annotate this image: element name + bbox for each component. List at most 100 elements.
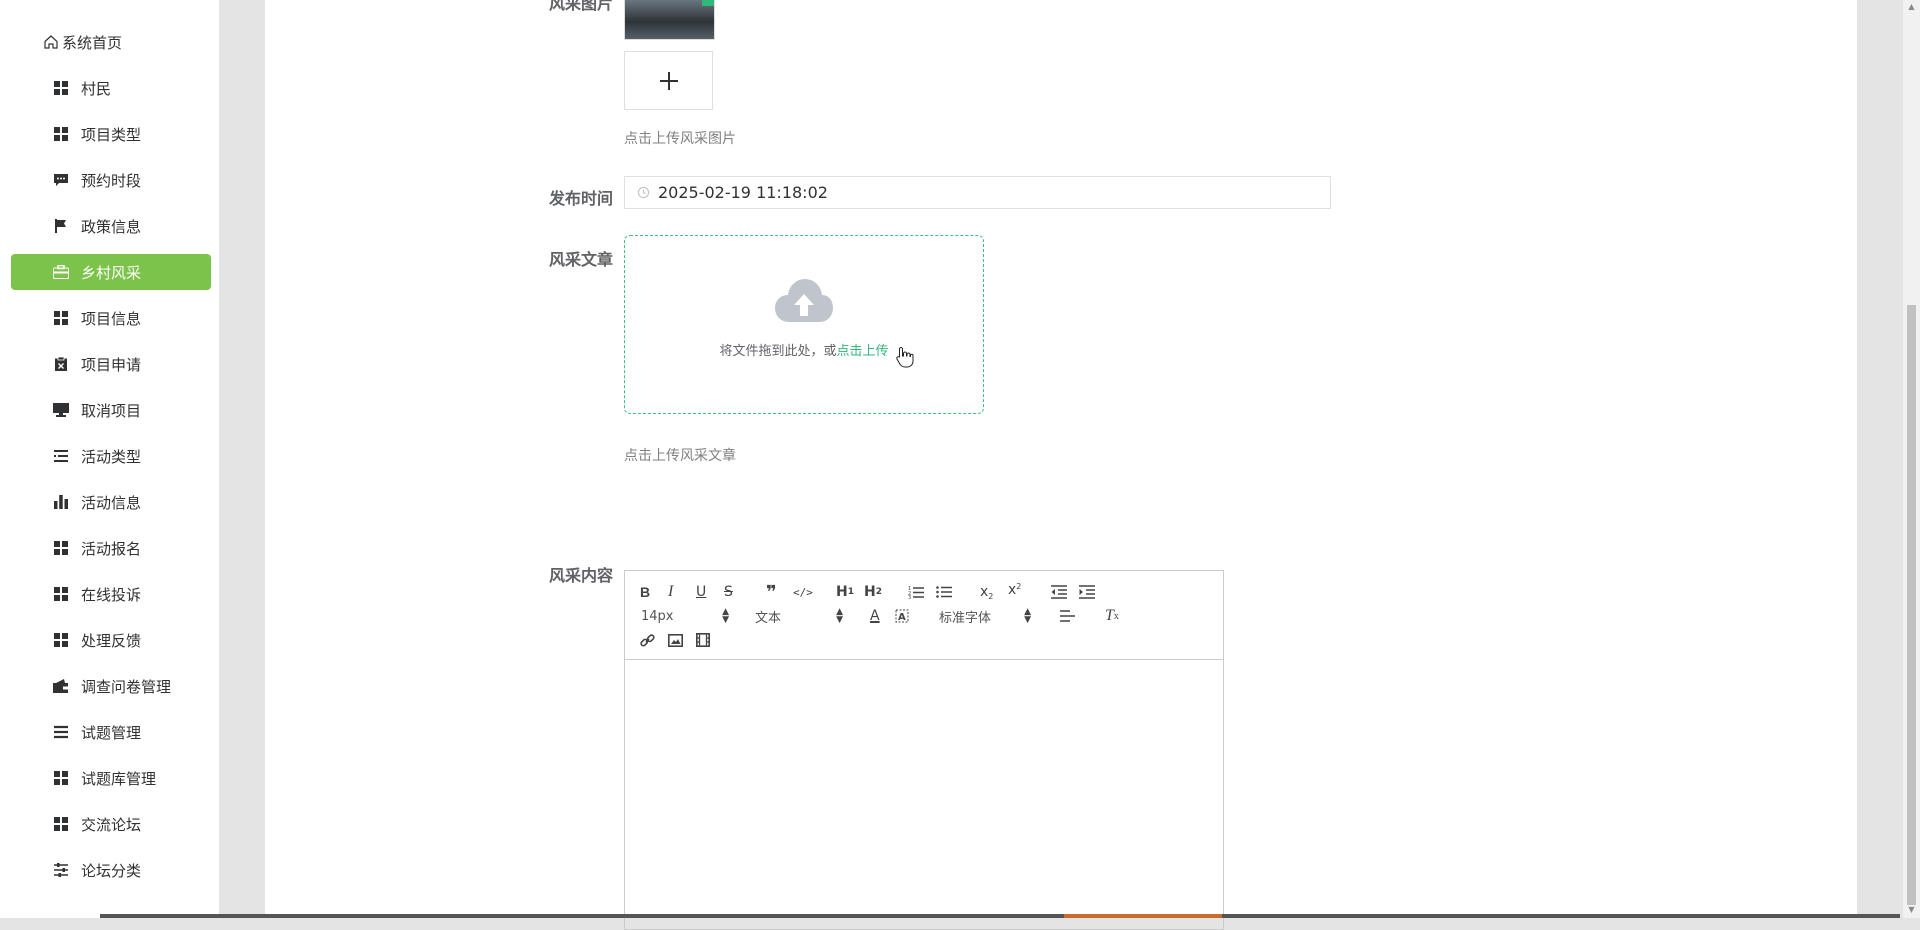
italic-button[interactable]: I [668,583,673,601]
indent-button[interactable] [1079,583,1095,601]
sidebar-item-2[interactable]: 项目类型 [11,116,211,152]
image-upload-hint: 点击上传风采图片 [624,131,736,147]
image-icon [668,633,683,647]
sidebar-item-label: 处理反馈 [81,631,142,650]
grid-icon [53,540,69,556]
plus-icon [659,71,678,90]
page-scrollbar[interactable]: ▲ ▼ [1903,0,1920,918]
editor-toolbar: B I U S ❞ </> H1 H2 123 x2 x2 14px ▲ ▼ 文本 ▲… [625,571,1223,660]
sidebar-item-label: 项目信息 [81,309,142,328]
sidebar-item-13[interactable]: 处理反馈 [11,622,211,658]
sidebar-item-label: 交流论坛 [81,815,142,834]
sidebar-item-label: 系统首页 [62,33,123,52]
link-button[interactable] [640,631,655,649]
wallet-icon [53,678,69,694]
list-icon [53,448,69,464]
monitor-icon [53,402,69,418]
align-button[interactable] [1060,607,1076,625]
article-dropzone[interactable]: 将文件拖到此处，或点击上传 [624,235,984,414]
sidebar-item-9[interactable]: 活动类型 [11,438,211,474]
outdent-icon [1051,585,1067,599]
ordered-list-icon: 123 [908,586,924,599]
superscript-button[interactable]: x2 [1008,581,1021,599]
h1-button[interactable]: H1 [836,583,854,601]
hand-cursor-icon [896,346,914,368]
code-block-button[interactable]: </> [793,583,813,601]
align-left-icon [1060,610,1075,622]
image-label: 风采图片 [549,0,614,13]
clipboard-x-icon [53,356,69,372]
font-size-select[interactable]: 14px ▲ ▼ [641,607,729,625]
sliders-icon [53,862,69,878]
strike-button[interactable]: S [724,583,733,601]
clock-icon [637,186,650,199]
sidebar-item-14[interactable]: 调查问卷管理 [11,668,211,704]
background-color-button[interactable]: A [894,607,910,625]
sidebar-item-4[interactable]: 政策信息 [11,208,211,244]
sidebar-item-5[interactable]: 乡村风采 [11,254,211,290]
grid-icon [53,816,69,832]
image-button[interactable] [668,631,683,649]
sidebar-item-label: 活动信息 [81,493,142,512]
ordered-list-button[interactable]: 123 [908,583,924,601]
scroll-up-icon[interactable]: ▲ [1907,2,1916,11]
video-button[interactable] [696,631,710,649]
sidebar-item-6[interactable]: 项目信息 [11,300,211,336]
dropzone-instruction: 将文件拖到此处，或 [719,344,837,359]
grid-icon [53,126,69,142]
outdent-button[interactable] [1051,583,1067,601]
image-upload-button[interactable] [624,51,713,110]
underline-button[interactable]: U [696,583,706,601]
uploaded-image-thumbnail[interactable] [624,0,715,40]
sidebar-item-label: 村民 [81,79,112,98]
publish-time-picker[interactable]: 2025-02-19 11:18:02 [624,176,1331,209]
dropzone-upload-link[interactable]: 点击上传 [837,344,889,359]
sidebar-item-10[interactable]: 活动信息 [11,484,211,520]
editor-content-area[interactable] [625,660,1223,930]
sidebar-item-16[interactable]: 试题库管理 [11,760,211,796]
upload-success-badge [702,0,714,6]
font-color-button[interactable]: A [870,607,880,625]
sidebar-item-0[interactable]: 系统首页 [11,24,211,60]
grid-icon [53,770,69,786]
svg-text:A: A [898,612,906,623]
sidebar-item-1[interactable]: 村民 [11,70,211,106]
sidebar-item-8[interactable]: 取消项目 [11,392,211,428]
svg-text:3: 3 [908,595,911,599]
subscript-button[interactable]: x2 [980,583,993,601]
blockquote-button[interactable]: ❞ [766,582,777,603]
sidebar-item-12[interactable]: 在线投诉 [11,576,211,612]
font-family-select[interactable]: 标准字体 ▲ ▼ [939,607,1031,626]
scroll-thumb[interactable] [1907,305,1916,905]
sidebar-item-label: 项目类型 [81,125,142,144]
bullet-list-button[interactable] [936,583,952,601]
link-icon [640,633,655,647]
sidebar-item-label: 在线投诉 [81,585,142,604]
clear-format-button[interactable]: Tx [1105,607,1119,625]
header-select[interactable]: 文本 ▲ ▼ [755,607,843,626]
select-arrows-icon: ▲ ▼ [1024,607,1031,625]
flag-icon [53,218,69,234]
grid-icon [53,586,69,602]
bottom-edge [100,914,1900,918]
sidebar-item-3[interactable]: 预约时段 [11,162,211,198]
sidebar: 系统首页村民项目类型预约时段政策信息乡村风采项目信息项目申请取消项目活动类型活动… [0,0,220,918]
sidebar-item-18[interactable]: 论坛分类 [11,852,211,888]
select-arrows-icon: ▲ ▼ [722,607,729,625]
bar-chart-icon [53,494,69,510]
h2-button[interactable]: H2 [864,583,882,601]
sidebar-item-7[interactable]: 项目申请 [11,346,211,382]
bars-icon [53,724,69,740]
sidebar-item-17[interactable]: 交流论坛 [11,806,211,842]
grid-icon [53,80,69,96]
article-upload-hint: 点击上传风采文章 [624,448,736,464]
sidebar-item-15[interactable]: 试题管理 [11,714,211,750]
bold-button[interactable]: B [640,583,650,601]
scroll-down-icon[interactable]: ▼ [1907,905,1916,914]
video-icon [696,633,710,647]
home-icon [43,34,59,50]
briefcase-icon [53,264,69,280]
background-color-icon: A [895,609,909,623]
sidebar-item-label: 论坛分类 [81,861,142,880]
sidebar-item-11[interactable]: 活动报名 [11,530,211,566]
